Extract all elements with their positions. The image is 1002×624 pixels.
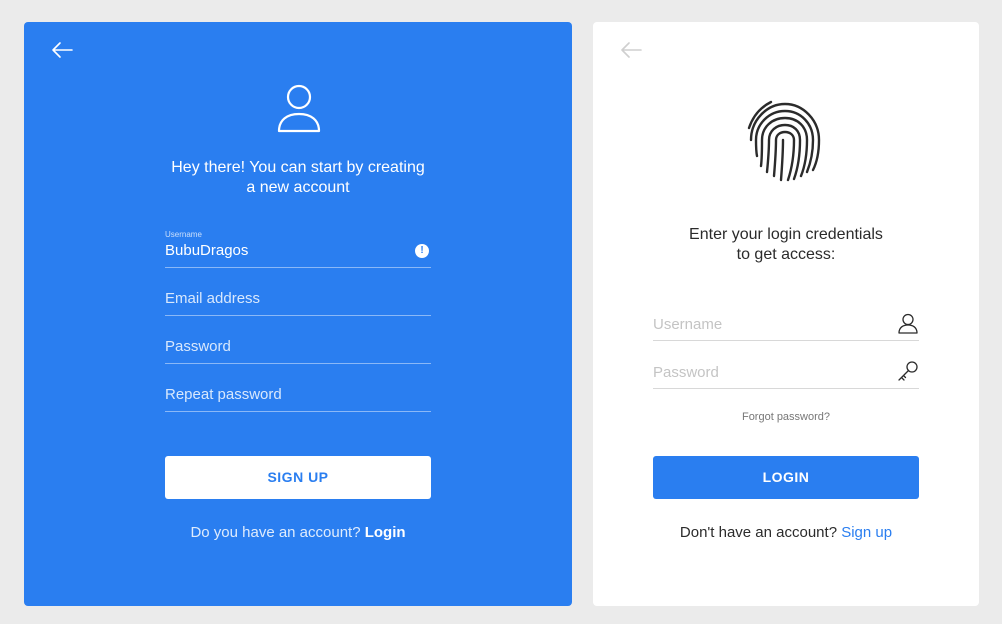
password-field[interactable]: Password xyxy=(165,334,431,364)
login-switch-text: Don't have an account? xyxy=(679,524,838,541)
login-username-placeholder: Username xyxy=(653,316,723,333)
key-icon xyxy=(898,361,918,381)
username-value[interactable]: BubuDragos xyxy=(165,242,248,259)
fingerprint-icon xyxy=(747,100,821,182)
signup-heading-line-1: Hey there! You can start by creating xyxy=(171,159,425,176)
signup-switch-text: Do you have an account? xyxy=(190,524,361,541)
repeat-password-field[interactable]: Repeat password xyxy=(165,382,431,412)
signup-card: Hey there! You can start by creating a n… xyxy=(24,22,572,606)
login-password-field[interactable]: Password xyxy=(653,358,919,389)
login-password-placeholder: Password xyxy=(653,364,719,381)
login-switch-line: Don't have an account? Sign up xyxy=(636,524,936,541)
repeat-password-placeholder: Repeat password xyxy=(165,386,282,403)
forgot-password-link[interactable]: Forgot password? xyxy=(686,411,886,423)
login-username-field[interactable]: Username xyxy=(653,310,919,341)
email-field[interactable]: Email address xyxy=(165,286,431,316)
user-icon xyxy=(277,84,321,133)
sign-up-link[interactable]: Sign up xyxy=(841,524,892,541)
login-heading: Enter your login credentials to get acce… xyxy=(646,225,926,265)
login-button[interactable]: LOGIN xyxy=(653,456,919,499)
username-field[interactable]: Username BubuDragos ! xyxy=(165,230,431,268)
arrow-left-icon[interactable] xyxy=(619,40,643,60)
login-heading-line-1: Enter your login credentials xyxy=(689,226,883,243)
login-card: Enter your login credentials to get acce… xyxy=(593,22,979,606)
email-placeholder: Email address xyxy=(165,290,261,307)
signup-heading-line-2: a new account xyxy=(246,179,350,196)
login-link[interactable]: Login xyxy=(365,524,406,541)
arrow-left-icon[interactable] xyxy=(50,40,74,60)
signup-heading: Hey there! You can start by creating a n… xyxy=(148,158,448,198)
sign-up-button[interactable]: SIGN UP xyxy=(165,456,431,499)
signup-switch-line: Do you have an account? Login xyxy=(148,524,448,541)
user-icon xyxy=(898,313,918,334)
login-heading-line-2: to get access: xyxy=(736,246,836,263)
username-label: Username xyxy=(165,230,202,239)
info-icon[interactable]: ! xyxy=(415,244,429,258)
password-placeholder: Password xyxy=(165,338,231,355)
